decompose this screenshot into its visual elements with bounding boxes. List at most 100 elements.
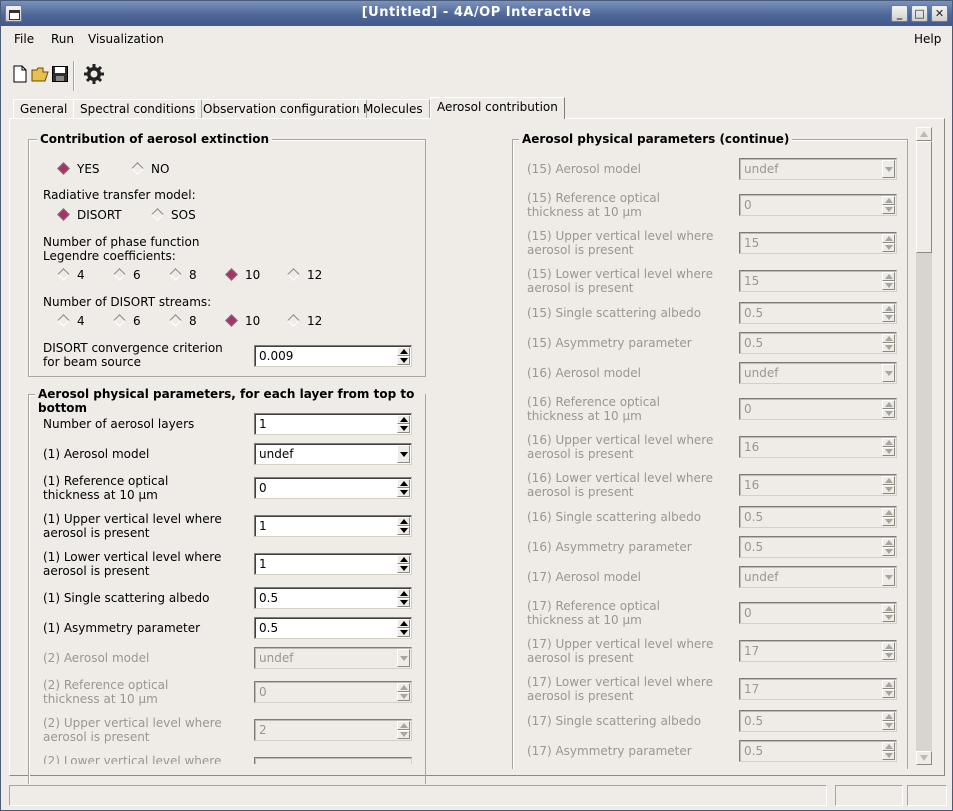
continue-row-combo[interactable]: undef [739, 566, 897, 588]
continue-row-spinbox[interactable]: 15 [739, 270, 897, 292]
spin-down-icon[interactable] [397, 526, 410, 535]
spin-up-icon[interactable] [882, 304, 895, 313]
spin-down-icon[interactable] [397, 730, 410, 739]
maximize-icon[interactable]: □ [911, 5, 928, 22]
spin-down-icon[interactable] [882, 409, 895, 418]
spin-buttons[interactable] [397, 415, 410, 433]
spin-buttons[interactable] [882, 680, 895, 698]
spin-up-icon[interactable] [397, 589, 410, 598]
continue-row-spinbox[interactable]: 0.5 [739, 506, 897, 528]
chevron-down-icon[interactable] [397, 445, 410, 463]
menu-run[interactable]: Run [51, 32, 74, 46]
spin-down-icon[interactable] [397, 628, 410, 637]
spin-up-icon[interactable] [882, 538, 895, 547]
spin-buttons[interactable] [882, 712, 895, 730]
spin-down-icon[interactable] [397, 564, 410, 573]
spin-down-icon[interactable] [882, 547, 895, 556]
spin-down-icon[interactable] [882, 313, 895, 322]
spin-buttons[interactable] [882, 400, 895, 418]
spin-down-icon[interactable] [882, 343, 895, 352]
spin-up-icon[interactable] [397, 517, 410, 526]
spin-down-icon[interactable] [397, 356, 410, 365]
spin-down-icon[interactable] [882, 651, 895, 660]
spin-down-icon[interactable] [397, 692, 410, 701]
chevron-down-icon[interactable] [882, 160, 895, 178]
spin-down-icon[interactable] [882, 689, 895, 698]
spin-up-icon[interactable] [397, 555, 410, 564]
l1-thickness-spinbox[interactable]: 0 [254, 477, 412, 499]
chevron-down-icon[interactable] [882, 364, 895, 382]
continue-row-spinbox[interactable]: 0.5 [739, 740, 897, 762]
scroll-down-icon[interactable] [916, 751, 932, 765]
spin-buttons[interactable] [882, 438, 895, 456]
continue-row-spinbox[interactable]: 0 [739, 194, 897, 216]
continue-row-spinbox[interactable]: 15 [739, 232, 897, 254]
spin-down-icon[interactable] [882, 751, 895, 760]
minimize-icon[interactable]: _ [891, 5, 908, 22]
spin-buttons[interactable] [397, 589, 410, 607]
spin-up-icon[interactable] [882, 680, 895, 689]
continue-row-spinbox[interactable]: 0 [739, 602, 897, 624]
spin-buttons[interactable] [397, 683, 410, 701]
n-layers-spinbox[interactable]: 1 [254, 413, 412, 435]
l1-asymmetry-spinbox[interactable]: 0.5 [254, 617, 412, 639]
spin-buttons[interactable] [882, 538, 895, 556]
spin-up-icon[interactable] [882, 334, 895, 343]
l2-model-combo[interactable]: undef [254, 647, 412, 669]
open-folder-icon[interactable] [31, 65, 49, 83]
spin-buttons[interactable] [397, 619, 410, 637]
spin-buttons[interactable] [397, 479, 410, 497]
spin-buttons[interactable] [397, 517, 410, 535]
spin-down-icon[interactable] [882, 205, 895, 214]
spin-up-icon[interactable] [882, 476, 895, 485]
spin-down-icon[interactable] [882, 243, 895, 252]
spin-up-icon[interactable] [397, 479, 410, 488]
spin-down-icon[interactable] [882, 447, 895, 456]
spin-up-icon[interactable] [882, 712, 895, 721]
spin-buttons[interactable] [397, 555, 410, 573]
spin-buttons[interactable] [882, 642, 895, 660]
spin-up-icon[interactable] [882, 272, 895, 281]
l1-upper-spinbox[interactable]: 1 [254, 515, 412, 537]
spin-up-icon[interactable] [882, 234, 895, 243]
continue-row-combo[interactable]: undef [739, 158, 897, 180]
spin-buttons[interactable] [882, 304, 895, 322]
continue-row-spinbox[interactable]: 0.5 [739, 536, 897, 558]
l1-lower-spinbox[interactable]: 1 [254, 553, 412, 575]
new-file-icon[interactable] [11, 65, 29, 83]
continue-row-spinbox[interactable]: 17 [739, 678, 897, 700]
menu-file[interactable]: File [14, 32, 34, 46]
spin-buttons[interactable] [882, 604, 895, 622]
spin-buttons[interactable] [882, 476, 895, 494]
spin-buttons[interactable] [397, 347, 410, 365]
spin-up-icon[interactable] [882, 400, 895, 409]
title-bar[interactable]: [Untitled] - 4A/OP Interactive _ □ ✕ [1, 1, 952, 26]
scroll-up-icon[interactable] [916, 127, 932, 141]
spin-down-icon[interactable] [882, 517, 895, 526]
spin-buttons[interactable] [397, 721, 410, 739]
spin-up-icon[interactable] [882, 508, 895, 517]
tab-spectral-conditions[interactable]: Spectral conditions [73, 99, 203, 119]
l1-model-combo[interactable]: undef [254, 443, 412, 465]
spin-up-icon[interactable] [397, 619, 410, 628]
continue-row-spinbox[interactable]: 17 [739, 640, 897, 662]
spin-up-icon[interactable] [882, 642, 895, 651]
l2-thickness-spinbox[interactable]: 0 [254, 681, 412, 703]
tab-general[interactable]: General [13, 99, 75, 119]
spin-up-icon[interactable] [397, 347, 410, 356]
menu-help[interactable]: Help [914, 32, 941, 46]
spin-down-icon[interactable] [397, 424, 410, 433]
continue-row-spinbox[interactable]: 0.5 [739, 710, 897, 732]
chevron-down-icon[interactable] [397, 649, 410, 667]
spin-buttons[interactable] [882, 742, 895, 760]
continue-row-spinbox[interactable]: 16 [739, 436, 897, 458]
spin-buttons[interactable] [882, 334, 895, 352]
chevron-down-icon[interactable] [882, 568, 895, 586]
continue-row-spinbox[interactable]: 0.5 [739, 302, 897, 324]
spin-down-icon[interactable] [882, 485, 895, 494]
save-icon[interactable] [51, 65, 69, 83]
tab-molecules[interactable]: Molecules [356, 99, 430, 119]
spin-up-icon[interactable] [882, 742, 895, 751]
tab-observation-configuration[interactable]: Observation configuration [196, 99, 367, 119]
spin-down-icon[interactable] [397, 598, 410, 607]
